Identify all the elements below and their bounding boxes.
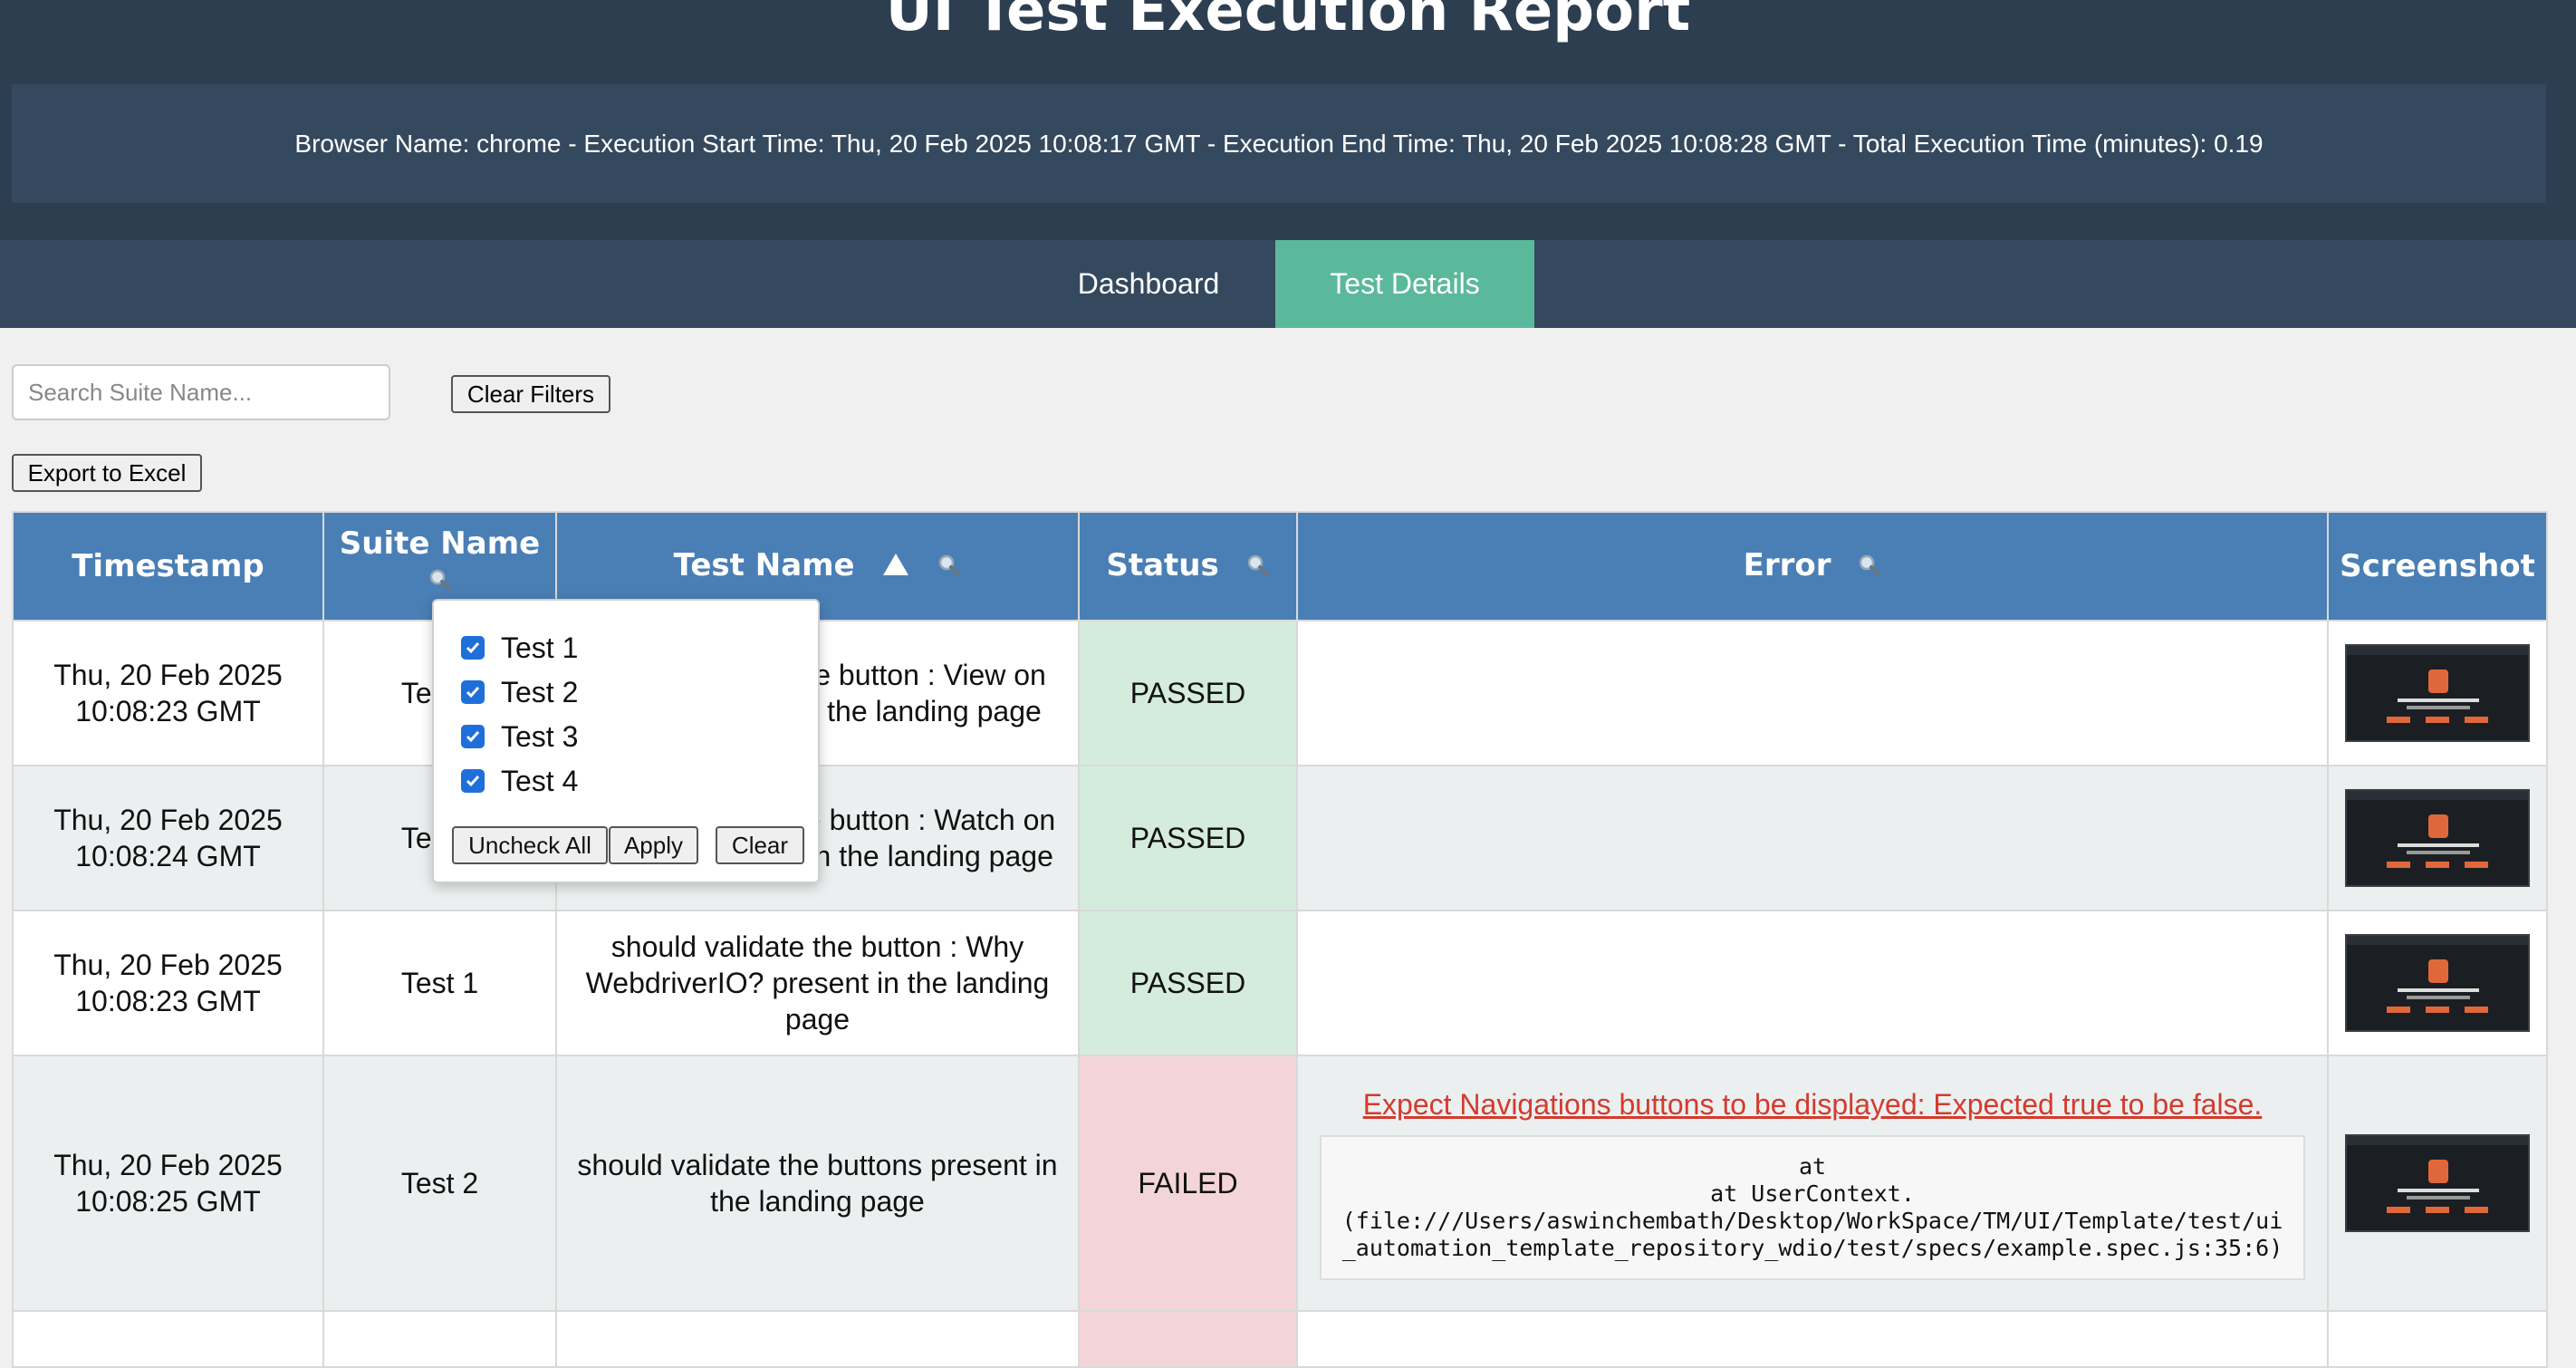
- timestamp-cell: [12, 1310, 324, 1368]
- page-title: UI Test Execution Report: [885, 0, 1691, 44]
- error-cell: [1296, 765, 2329, 911]
- screenshot-thumbnail[interactable]: [2345, 644, 2530, 742]
- status-cell: PASSED: [1078, 620, 1298, 766]
- export-excel-button[interactable]: Export to Excel: [12, 454, 202, 492]
- tab-bar: Dashboard Test Details: [0, 240, 2576, 328]
- suite-cell: Test 1: [322, 910, 557, 1056]
- execution-info-bar: Browser Name: chrome - Execution Start T…: [12, 84, 2546, 203]
- error-cell: [1296, 910, 2329, 1056]
- filter-option-test-3[interactable]: Test 3: [461, 718, 578, 755]
- screenshot-thumbnail[interactable]: [2345, 934, 2530, 1032]
- table-header-row: Timestamp Suite Name Test Name Status Er…: [12, 511, 2548, 621]
- table-row: Thu, 20 Feb 202510:08:23 GMT Test 1 shou…: [12, 910, 2548, 1056]
- search-suite-input[interactable]: [12, 364, 390, 420]
- checkbox-checked-icon[interactable]: [461, 636, 485, 660]
- screenshot-cell: [2327, 1055, 2548, 1312]
- checkbox-checked-icon[interactable]: [461, 680, 485, 704]
- error-filter-icon[interactable]: [1858, 549, 1881, 585]
- screenshot-cell: [2327, 1310, 2548, 1368]
- screenshot-cell: [2327, 765, 2548, 911]
- table-row: Thu, 20 Feb 2025 10:08:25 GMT Test 2 shou…: [12, 1055, 2548, 1312]
- sort-asc-icon[interactable]: [881, 549, 910, 585]
- error-cell: Expect Navigations buttons to be display…: [1296, 1055, 2329, 1312]
- header-screenshot: Screenshot: [2327, 511, 2548, 621]
- report-header: UI Test Execution Report Browser Name: c…: [0, 0, 2576, 240]
- error-cell: [1296, 1310, 2329, 1368]
- table-row: Thu, 20 Feb 202510:08:24 GMT Test 1 shou…: [12, 765, 2548, 911]
- header-error: Error: [1296, 511, 2329, 621]
- screenshot-thumbnail[interactable]: [2345, 789, 2530, 887]
- suite-cell: [322, 1310, 557, 1368]
- clear-filters-button[interactable]: Clear Filters: [451, 375, 610, 413]
- timestamp-cell: Thu, 20 Feb 2025 10:08:25 GMT: [12, 1055, 324, 1312]
- test-filter-icon[interactable]: [937, 549, 961, 585]
- screenshot-thumbnail[interactable]: [2345, 1134, 2530, 1232]
- status-cell: FAILED: [1078, 1055, 1298, 1312]
- filter-option-test-1[interactable]: Test 1: [461, 630, 578, 666]
- test-name-cell: should validate the button : Why Webdriv…: [555, 910, 1080, 1056]
- status-cell: PASSED: [1078, 765, 1298, 911]
- test-details-table: Timestamp Suite Name Test Name Status Er…: [12, 511, 2548, 1368]
- screenshot-cell: [2327, 910, 2548, 1056]
- status-cell: [1078, 1310, 1298, 1368]
- status-filter-icon[interactable]: [1246, 549, 1270, 585]
- checkbox-checked-icon[interactable]: [461, 769, 485, 793]
- error-message-link[interactable]: Expect Navigations buttons to be display…: [1316, 1086, 2309, 1122]
- checkbox-checked-icon[interactable]: [461, 725, 485, 748]
- screenshot-cell: [2327, 620, 2548, 766]
- timestamp-cell: Thu, 20 Feb 2025 10:08:23 GMT: [12, 620, 324, 766]
- header-status: Status: [1078, 511, 1298, 621]
- suite-cell: Test 2: [322, 1055, 557, 1312]
- uncheck-all-button[interactable]: Uncheck All: [452, 826, 608, 864]
- header-timestamp: Timestamp: [12, 511, 324, 621]
- execution-info-text: Browser Name: chrome - Execution Start T…: [294, 129, 2264, 158]
- clear-button[interactable]: Clear: [716, 826, 804, 864]
- error-cell: [1296, 620, 2329, 766]
- filter-option-test-4[interactable]: Test 4: [461, 763, 578, 799]
- timestamp-cell: Thu, 20 Feb 2025 10:08:23 GMT: [12, 910, 324, 1056]
- status-cell: PASSED: [1078, 910, 1298, 1056]
- timestamp-cell: Thu, 20 Feb 2025 10:08:24 GMT: [12, 765, 324, 911]
- test-name-cell: [555, 1310, 1080, 1368]
- filter-option-test-2[interactable]: Test 2: [461, 674, 578, 710]
- error-stack-trace: at at UserContext. (file:///Users/aswinc…: [1320, 1135, 2305, 1280]
- test-name-cell: should validate the buttons present in t…: [555, 1055, 1080, 1312]
- tab-dashboard[interactable]: Dashboard: [1049, 240, 1248, 328]
- suite-filter-icon[interactable]: [428, 564, 452, 600]
- table-row: [12, 1310, 2548, 1368]
- apply-button[interactable]: Apply: [609, 826, 698, 864]
- tab-test-details[interactable]: Test Details: [1275, 240, 1534, 328]
- suite-filter-popup: Test 1 Test 2 Test 3 Test 4 Uncheck All …: [432, 599, 820, 883]
- table-row: Thu, 20 Feb 202510:08:23 GMT Test 1 shou…: [12, 620, 2548, 766]
